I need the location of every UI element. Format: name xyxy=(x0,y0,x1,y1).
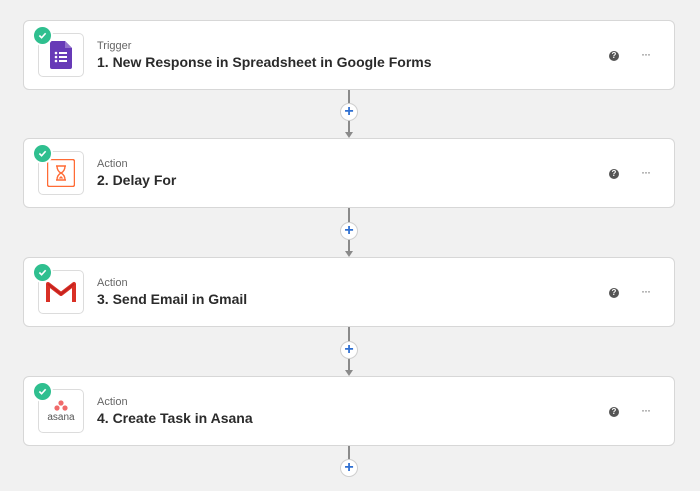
step-title: 2. Delay For xyxy=(97,172,177,188)
check-icon xyxy=(32,25,53,46)
check-icon xyxy=(32,143,53,164)
add-step-button[interactable]: + xyxy=(340,222,358,240)
step-title: 1. New Response in Spreadsheet in Google… xyxy=(97,54,432,70)
gmail-icon xyxy=(32,262,84,314)
step-card-3[interactable]: Action 3. Send Email in Gmail ? ··· xyxy=(23,257,675,327)
more-options-icon[interactable]: ··· xyxy=(641,47,651,61)
step-card-1[interactable]: Trigger 1. New Response in Spreadsheet i… xyxy=(23,20,675,90)
add-step-button[interactable]: + xyxy=(340,341,358,359)
more-options-icon[interactable]: ··· xyxy=(641,403,651,417)
step-title: 3. Send Email in Gmail xyxy=(97,291,248,307)
help-icon[interactable]: ? xyxy=(609,51,619,61)
add-step-button[interactable]: + xyxy=(340,103,358,121)
delay-hourglass-icon xyxy=(32,143,84,195)
step-type-label: Trigger xyxy=(97,40,132,52)
step-card-4[interactable]: asana Action 4. Create Task in Asana ? ·… xyxy=(23,376,675,446)
asana-logo-text: asana xyxy=(47,411,75,423)
add-step-button[interactable]: + xyxy=(340,459,358,477)
check-icon xyxy=(32,262,53,283)
more-options-icon[interactable]: ··· xyxy=(641,284,651,298)
step-type-label: Action xyxy=(97,158,128,170)
check-icon xyxy=(32,381,53,402)
google-forms-icon xyxy=(32,25,84,77)
help-icon[interactable]: ? xyxy=(609,407,619,417)
more-options-icon[interactable]: ··· xyxy=(641,165,651,179)
step-type-label: Action xyxy=(97,277,128,289)
step-title: 4. Create Task in Asana xyxy=(97,410,253,426)
help-icon[interactable]: ? xyxy=(609,288,619,298)
asana-icon: asana xyxy=(32,381,84,433)
step-card-2[interactable]: Action 2. Delay For ? ··· xyxy=(23,138,675,208)
step-type-label: Action xyxy=(97,396,128,408)
help-icon[interactable]: ? xyxy=(609,169,619,179)
